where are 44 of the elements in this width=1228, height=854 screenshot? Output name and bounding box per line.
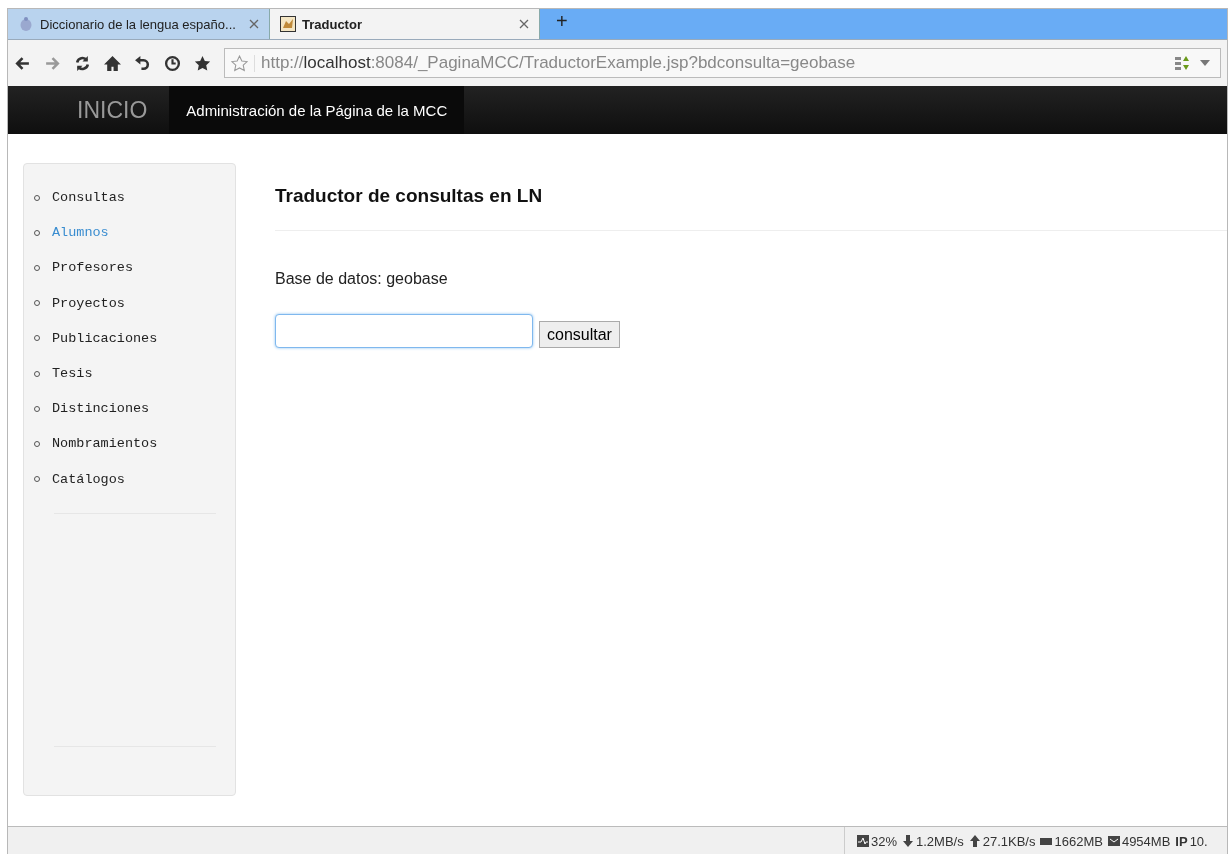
extension-icon[interactable] [1174, 54, 1190, 72]
sidebar-link[interactable]: Publicaciones [52, 330, 158, 346]
browser-tab[interactable]: Diccionario de la lengua españo... [8, 9, 270, 39]
close-icon[interactable] [249, 19, 259, 29]
submit-button[interactable]: consultar [539, 321, 620, 348]
sidebar-link[interactable]: Distinciones [52, 401, 150, 417]
star-outline-icon[interactable] [231, 54, 255, 72]
close-icon[interactable] [519, 19, 529, 29]
status-text: 10. [1189, 833, 1208, 849]
tab-title: Traductor [302, 16, 363, 32]
reload-icon[interactable] [74, 54, 91, 72]
status-text: 32% [871, 833, 898, 849]
tab-title: Diccionario de la lengua españo... [40, 16, 237, 32]
page-heading: Traductor de consultas en LN [275, 185, 544, 207]
ip-label: IP [1175, 833, 1188, 849]
sidebar-link[interactable]: Tesis [52, 366, 93, 382]
clock-icon[interactable] [164, 54, 181, 72]
status-text: 1.2MB/s [916, 833, 964, 849]
sidebar-link[interactable]: Nombramientos [52, 436, 158, 452]
memory-icon [1040, 835, 1053, 847]
status-text: 4954MB [1121, 833, 1171, 849]
dropdown-icon[interactable] [1200, 60, 1210, 66]
new-tab-button[interactable]: + [540, 9, 584, 33]
nav-link[interactable]: Administración de la Página de la MCC [169, 86, 465, 134]
up-arrow-icon [968, 835, 981, 847]
status-text: 1662MB [1054, 833, 1103, 849]
home-icon[interactable] [104, 54, 121, 72]
down-arrow-icon [902, 835, 915, 847]
sidebar-link[interactable]: Proyectos [52, 295, 125, 311]
database-label: Base de datos: geobase [275, 270, 449, 288]
url-text: http://localhost:8084/_PaginaMCC/TraductorExample.jsp?bdconsulta=geobase [261, 53, 857, 73]
forward-icon[interactable] [44, 54, 61, 72]
sidebar-link[interactable]: Consultas [52, 190, 125, 206]
sidebar-link[interactable]: Catálogos [52, 471, 125, 487]
chart-icon [857, 835, 869, 847]
query-field[interactable] [275, 314, 533, 348]
sidebar-link[interactable]: Profesores [52, 260, 133, 276]
browser-tab[interactable]: Traductor [270, 9, 540, 39]
star-icon[interactable] [194, 54, 211, 72]
address-bar[interactable]: http://localhost:8084/_PaginaMCC/TraductorExample.jsp?bdconsulta=geobase [224, 48, 1221, 78]
back-icon[interactable] [14, 54, 31, 72]
status-text: 27.1KB/s [982, 833, 1036, 849]
brand-link[interactable]: INICIO [77, 86, 170, 134]
undo-icon[interactable] [134, 54, 151, 72]
